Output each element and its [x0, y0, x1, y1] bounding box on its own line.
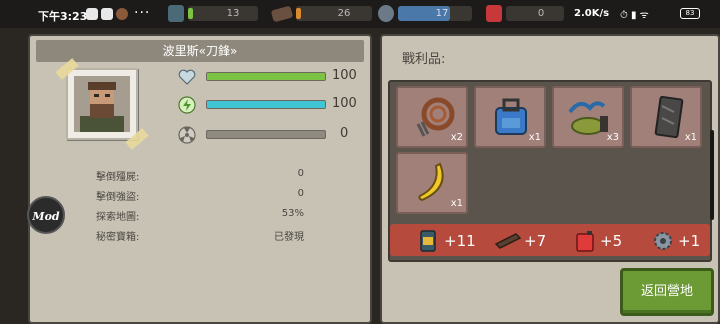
system-icons: ⏱ ▮ ᯤ: [620, 10, 649, 21]
resource-gear: 17: [378, 5, 474, 22]
fuel-can-icon: [486, 5, 502, 22]
return-to-camp-button[interactable]: 返回營地: [620, 268, 714, 316]
banana-icon: [418, 162, 444, 202]
zombies-killed-value: 0: [297, 168, 304, 179]
summary-value: +5: [600, 232, 623, 250]
item-quantity: x1: [450, 198, 463, 209]
energy-bar-fill: [207, 101, 325, 108]
canned-food-icon: [420, 230, 436, 252]
rope-icon: [416, 97, 455, 137]
item-quantity: x3: [606, 132, 619, 143]
notification-icon: [101, 8, 113, 20]
clock: 下午3:23: [38, 10, 88, 23]
summary-value: +11: [444, 232, 476, 250]
resource-value: 0: [537, 8, 545, 19]
loot-slot-backpack[interactable]: x1: [474, 86, 546, 148]
battery-icon: 83: [680, 8, 700, 19]
heart-icon: [178, 69, 196, 85]
loot-panel: 戰利品: x2 x1 x3 x1 x1 +11 +7 +5 +1 返回營地: [380, 34, 720, 324]
resource-value: 17: [435, 8, 449, 19]
canned-food-icon: [168, 5, 184, 22]
item-quantity: x1: [528, 132, 541, 143]
item-quantity: x2: [450, 132, 463, 143]
item-quantity: x1: [684, 132, 697, 143]
map-explored-value: 53%: [281, 208, 304, 219]
resource-canned-food: 13: [168, 5, 258, 22]
survivor-face-icon: [74, 76, 130, 132]
secret-chest-label: 秘密寶箱:: [96, 232, 140, 243]
backpack-icon: [495, 98, 527, 135]
wood-plank-icon: [494, 233, 522, 249]
health-bar: [206, 72, 326, 81]
loot-summary-bar: +11 +7 +5 +1: [390, 224, 710, 256]
summary-value: +1: [678, 232, 701, 250]
resource-value: 13: [226, 8, 240, 19]
mod-button[interactable]: Mod: [27, 196, 65, 234]
radiation-value: 0: [340, 126, 349, 141]
gear-icon: [654, 232, 672, 250]
loot-scrollbar[interactable]: [710, 130, 714, 220]
more-notifications-icon: ···: [134, 5, 151, 21]
loot-slot-cloth[interactable]: x3: [552, 86, 624, 148]
loot-slot-tin-sheet[interactable]: x1: [630, 86, 702, 148]
network-rate: 2.0K/s: [574, 8, 610, 19]
zombies-killed-label: 擊倒殭屍:: [96, 172, 140, 183]
resource-fuel: 0: [486, 5, 566, 22]
energy-value: 100: [332, 96, 357, 111]
secret-chest-value: 已發現: [274, 232, 304, 243]
notification-icon: [86, 8, 98, 20]
bandits-killed-label: 擊倒強盜:: [96, 192, 140, 203]
tin-sheet-icon: [654, 95, 684, 139]
resource-value: 26: [337, 8, 351, 19]
energy-icon: [178, 96, 196, 114]
status-bar: 下午3:23 ··· 13 26 17 0 2.0K/s ⏱ ▮ ᯤ 83: [0, 0, 720, 28]
wood-plank-icon: [270, 5, 294, 23]
notification-icon: [116, 8, 128, 20]
loot-slot-banana[interactable]: x1: [396, 152, 468, 214]
bandits-killed-value: 0: [297, 188, 304, 199]
character-panel: 波里斯«刀鋒» 100 100 0 擊倒殭屍: 0 擊倒強盜: 0 探索地圖: …: [28, 34, 372, 324]
fuel-can-icon: [576, 231, 594, 252]
loot-slot-rope[interactable]: x2: [396, 86, 468, 148]
health-value: 100: [332, 68, 357, 83]
summary-value: +7: [524, 232, 547, 250]
character-portrait: [66, 68, 138, 140]
health-bar-fill: [207, 73, 325, 80]
resource-wood: 26: [270, 5, 372, 23]
energy-bar: [206, 100, 326, 109]
character-name: 波里斯«刀鋒»: [36, 40, 364, 62]
map-explored-label: 探索地圖:: [96, 212, 140, 223]
gear-icon: [378, 5, 394, 22]
loot-title: 戰利品:: [402, 52, 446, 67]
cloth-icon: [568, 101, 608, 135]
radiation-bar: [206, 130, 326, 139]
radiation-icon: [178, 126, 196, 144]
